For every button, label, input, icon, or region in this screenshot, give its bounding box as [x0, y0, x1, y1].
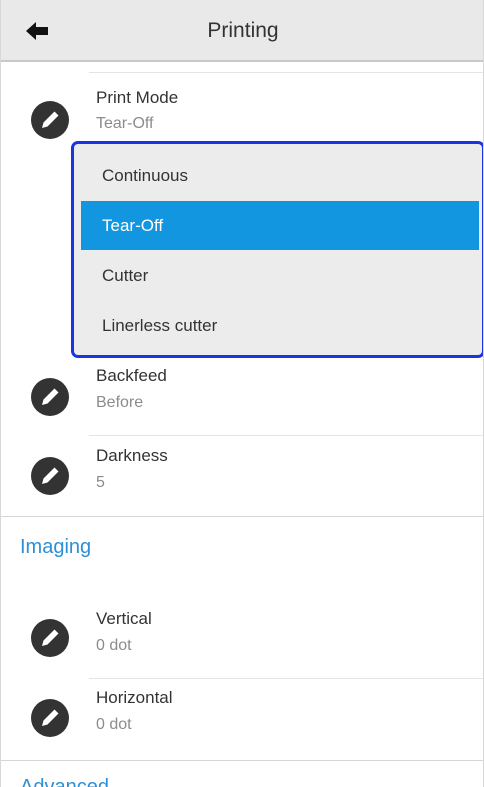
- setting-value: 0 dot: [96, 637, 132, 654]
- section-divider: [1, 516, 483, 517]
- printing-screen: Printing Print Mode Tear-Off Continuous …: [0, 0, 484, 787]
- divider: [89, 72, 483, 73]
- option-linerless-cutter[interactable]: Linerless cutter: [81, 301, 479, 350]
- setting-label: Print Mode: [96, 88, 179, 107]
- setting-value: 5: [96, 474, 105, 491]
- edit-icon: [31, 101, 69, 139]
- section-divider: [1, 760, 483, 761]
- app-header: Printing: [1, 0, 483, 62]
- edit-icon: [31, 619, 69, 657]
- setting-horizontal[interactable]: Horizontal 0 dot: [1, 680, 483, 760]
- section-title-advanced: Advanced: [20, 776, 109, 787]
- divider: [89, 678, 483, 679]
- setting-value: Tear-Off: [96, 115, 154, 132]
- setting-label: Horizontal: [96, 688, 173, 707]
- edit-icon: [31, 699, 69, 737]
- option-continuous[interactable]: Continuous: [81, 151, 479, 200]
- option-cutter[interactable]: Cutter: [81, 251, 479, 300]
- setting-value: 0 dot: [96, 716, 132, 733]
- setting-value: Before: [96, 394, 144, 411]
- option-tear-off[interactable]: Tear-Off: [81, 201, 479, 250]
- setting-darkness[interactable]: Darkness 5: [1, 437, 483, 517]
- divider: [89, 435, 483, 436]
- setting-label: Vertical: [96, 609, 152, 628]
- setting-label: Backfeed: [96, 366, 167, 385]
- page-title: Printing: [207, 19, 279, 42]
- edit-icon: [31, 378, 69, 416]
- setting-backfeed[interactable]: Backfeed Before: [1, 358, 483, 438]
- edit-icon: [31, 457, 69, 495]
- setting-label: Darkness: [96, 446, 168, 465]
- print-mode-dropdown: Continuous Tear-Off Cutter Linerless cut…: [71, 141, 483, 358]
- section-title-imaging: Imaging: [20, 536, 92, 558]
- setting-vertical[interactable]: Vertical 0 dot: [1, 600, 483, 680]
